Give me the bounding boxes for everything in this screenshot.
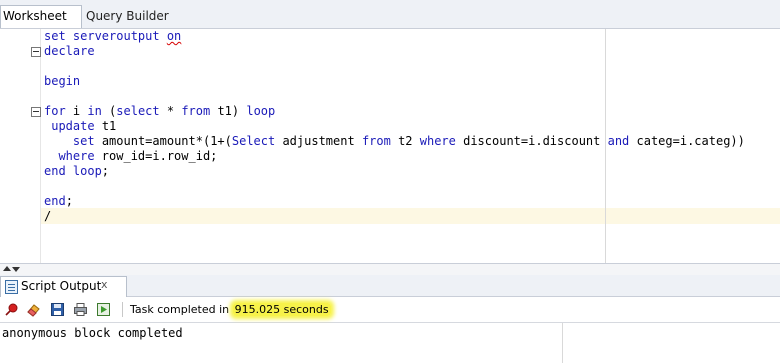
code-token: adjustment [275, 134, 362, 148]
code-keyword: where [58, 149, 95, 163]
worksheet-tab-bar: Worksheet Query Builder [0, 0, 780, 29]
pin-icon[interactable] [4, 302, 19, 317]
code-line[interactable]: where row_id=i.row_id; [44, 149, 217, 164]
code-keyword: update [51, 119, 95, 133]
code-token: discount=i.discount [455, 134, 608, 148]
elapsed-time-highlight: 915.025 seconds [232, 303, 331, 316]
code-token: amount=amount*(1+( [94, 134, 232, 148]
output-tab-bar: Script Output x [0, 275, 780, 297]
code-keyword: where [419, 134, 456, 148]
code-keyword: on [166, 29, 182, 43]
code-keyword: set serveroutput [44, 29, 167, 43]
code-line[interactable]: end loop; [44, 164, 109, 179]
code-line[interactable]: for i in (select * from t1) loop [44, 104, 275, 119]
code-token: i [65, 104, 88, 118]
code-line[interactable]: update t1 [44, 119, 116, 134]
collapse-down-icon[interactable] [12, 267, 20, 272]
code-token: * [159, 104, 182, 118]
code-line[interactable]: begin [44, 74, 80, 89]
editor-gutter [0, 29, 28, 263]
script-output-label: Script Output [21, 279, 102, 293]
script-output-icon [5, 280, 18, 294]
code-keyword: and [607, 134, 630, 148]
code-keyword: from [181, 104, 211, 118]
code-token: ; [101, 164, 110, 178]
code-keyword: select [116, 104, 160, 118]
output-toolbar: Task completed in 915.025 seconds [0, 297, 780, 323]
status-prefix: Task completed in [130, 303, 233, 316]
output-message: anonymous block completed [2, 326, 183, 340]
print-icon[interactable] [73, 302, 88, 317]
gutter-divider [40, 29, 41, 263]
code-keyword: end loop [44, 164, 102, 178]
code-keyword: declare [44, 44, 95, 58]
code-keyword: begin [44, 74, 81, 88]
code-keyword: set [72, 134, 95, 148]
code-keyword: Select [231, 134, 276, 148]
tab-query-builder[interactable]: Query Builder [80, 6, 175, 28]
code-line[interactable]: end; [44, 194, 73, 209]
sql-editor[interactable]: set serveroutput on declare begin for i in … [0, 29, 780, 263]
open-file-icon[interactable] [96, 302, 111, 317]
expand-up-icon[interactable] [3, 266, 11, 271]
tab-worksheet[interactable]: Worksheet [0, 5, 82, 28]
code-keyword: in [87, 104, 102, 118]
code-keyword: from [361, 134, 391, 148]
code-keyword: end [44, 194, 66, 208]
code-keyword: for [44, 104, 66, 118]
eraser-icon[interactable] [26, 302, 41, 317]
code-token: ( [101, 104, 117, 118]
code-token: t2 [390, 134, 420, 148]
save-icon[interactable] [50, 302, 65, 317]
current-line-highlight [41, 208, 780, 224]
code-token: categ=i.categ)) [629, 134, 745, 148]
close-icon[interactable]: x [101, 278, 108, 291]
code-line[interactable]: set amount=amount*(1+(Select adjustment … [44, 134, 745, 149]
fold-toggle-for-loop-icon[interactable] [31, 107, 41, 117]
code-token: / [44, 209, 52, 223]
code-token: row_id=i.row_id; [94, 149, 218, 163]
code-keyword: loop [246, 104, 276, 118]
tab-script-output[interactable]: Script Output x [0, 276, 127, 297]
output-margin-guide [562, 323, 563, 363]
fold-toggle-declare-icon[interactable] [31, 47, 41, 57]
script-output-area[interactable]: anonymous block completed [0, 323, 780, 363]
code-line[interactable]: set serveroutput on [44, 29, 181, 44]
code-token: t1) [210, 104, 247, 118]
code-line[interactable]: / [44, 209, 51, 224]
code-line[interactable]: declare [44, 44, 95, 59]
status-text: Task completed in 915.025 seconds [130, 303, 331, 316]
toolbar-separator [122, 302, 123, 317]
code-token: t1 [94, 119, 117, 133]
code-token: ; [65, 194, 73, 208]
